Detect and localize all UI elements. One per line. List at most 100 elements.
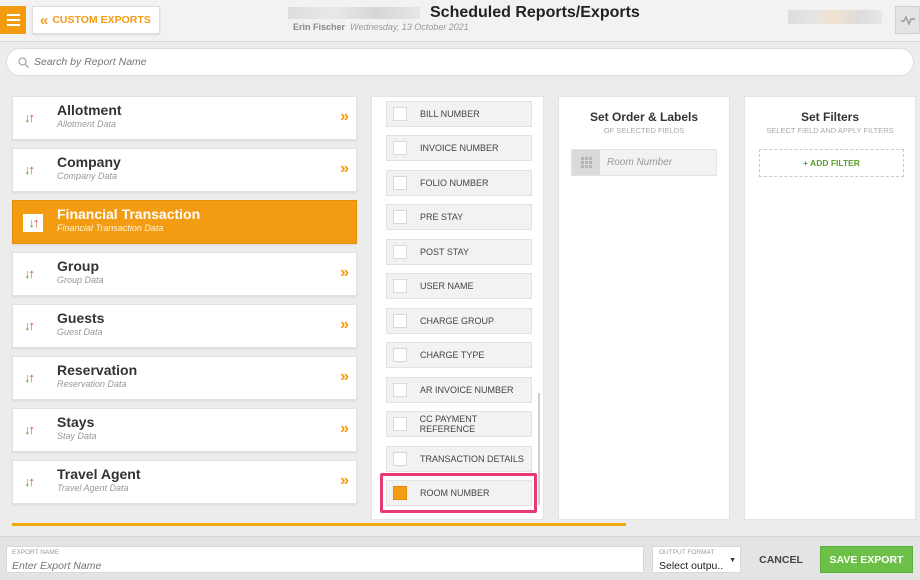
current-date: Wednesday, 13 October 2021 bbox=[350, 22, 469, 32]
user-name: Erin Fischer bbox=[293, 22, 346, 32]
double-chevron-left-icon: « bbox=[40, 11, 49, 29]
category-title: Group bbox=[57, 258, 99, 274]
order-panel-subtitle: OF SELECTED FIELDS bbox=[603, 126, 685, 135]
field-label: CHARGE TYPE bbox=[420, 350, 485, 360]
menu-icon-line bbox=[6, 24, 20, 26]
category-title: Financial Transaction bbox=[57, 206, 201, 222]
search-input[interactable] bbox=[34, 56, 874, 68]
output-format-value: Select outpu.. bbox=[659, 560, 724, 572]
field-list-scrollbar[interactable] bbox=[538, 393, 540, 505]
category-title: Guests bbox=[57, 310, 105, 326]
drag-grip-icon[interactable] bbox=[572, 150, 600, 175]
sort-arrows-icon: ↓↑ bbox=[24, 266, 35, 281]
menu-button[interactable] bbox=[0, 6, 26, 34]
category-title: Reservation bbox=[57, 362, 138, 378]
report-search-bar[interactable] bbox=[6, 48, 914, 76]
category-title: Company bbox=[57, 154, 121, 170]
order-labels-panel: Set Order & Labels OF SELECTED FIELDS Ro… bbox=[558, 96, 730, 520]
category-subtitle: Travel Agent Data bbox=[57, 483, 129, 493]
output-format-caption: OUTPUT FORMAT bbox=[659, 549, 715, 556]
field-item-transaction-details[interactable]: TRANSACTION DETAILS bbox=[386, 446, 532, 472]
category-company[interactable]: ↓↑ Company Company Data » bbox=[12, 148, 357, 192]
category-guests[interactable]: ↓↑ Guests Guest Data » bbox=[12, 304, 357, 348]
caret-down-icon: ▼ bbox=[729, 557, 736, 564]
export-name-caption: EXPORT NAME bbox=[12, 549, 60, 556]
menu-icon-line bbox=[6, 14, 20, 16]
field-item-pre-stay[interactable]: PRE STAY bbox=[386, 204, 532, 230]
search-icon bbox=[18, 56, 29, 68]
field-checkbox[interactable] bbox=[393, 417, 407, 431]
cancel-button[interactable]: CANCEL bbox=[752, 546, 810, 573]
field-item-bill-number[interactable]: BILL NUMBER bbox=[386, 101, 532, 127]
field-checkbox[interactable] bbox=[393, 314, 407, 328]
field-checkbox[interactable] bbox=[393, 383, 407, 397]
field-label: TRANSACTION DETAILS bbox=[420, 454, 524, 464]
menu-icon-line bbox=[6, 19, 20, 21]
blurred-logo bbox=[788, 10, 882, 24]
field-label: PRE STAY bbox=[420, 212, 464, 222]
field-checkbox[interactable] bbox=[393, 141, 407, 155]
export-name-field[interactable]: EXPORT NAME bbox=[6, 546, 644, 573]
field-checkbox[interactable] bbox=[393, 279, 407, 293]
sort-arrows-icon: ↓↑ bbox=[23, 214, 43, 232]
filters-panel-subtitle: SELECT FIELD AND APPLY FILTERS bbox=[766, 126, 894, 135]
data-category-list: ↓↑ Allotment Allotment Data » ↓↑ Company… bbox=[0, 92, 368, 522]
selected-field-item[interactable]: Room Number bbox=[571, 149, 717, 176]
sort-arrows-icon: ↓↑ bbox=[24, 474, 35, 489]
field-checkbox[interactable] bbox=[393, 210, 407, 224]
double-chevron-right-icon: » bbox=[340, 368, 349, 385]
add-filter-button[interactable]: + ADD FILTER bbox=[759, 149, 904, 177]
field-item-user-name[interactable]: USER NAME bbox=[386, 273, 532, 299]
category-allotment[interactable]: ↓↑ Allotment Allotment Data » bbox=[12, 96, 357, 140]
selected-field-label[interactable]: Room Number bbox=[607, 157, 672, 168]
field-list-panel: BILL NUMBER INVOICE NUMBER FOLIO NUMBER … bbox=[371, 96, 544, 520]
category-subtitle: Reservation Data bbox=[57, 379, 127, 389]
export-name-input[interactable] bbox=[12, 560, 632, 572]
field-label: INVOICE NUMBER bbox=[420, 143, 499, 153]
field-item-invoice-number[interactable]: INVOICE NUMBER bbox=[386, 135, 532, 161]
selection-highlight bbox=[380, 473, 537, 513]
field-item-ar-invoice-number[interactable]: AR INVOICE NUMBER bbox=[386, 377, 532, 403]
double-chevron-right-icon: » bbox=[340, 160, 349, 177]
field-label: BILL NUMBER bbox=[420, 109, 480, 119]
custom-exports-back-button[interactable]: « CUSTOM EXPORTS bbox=[32, 6, 160, 34]
category-subtitle: Group Data bbox=[57, 275, 104, 285]
category-financial-transaction[interactable]: ↓↑ Financial Transaction Financial Trans… bbox=[12, 200, 357, 244]
save-export-button[interactable]: SAVE EXPORT bbox=[820, 546, 913, 573]
field-checkbox[interactable] bbox=[393, 245, 407, 259]
field-checkbox[interactable] bbox=[393, 176, 407, 190]
double-chevron-right-icon: » bbox=[340, 420, 349, 437]
field-item-charge-group[interactable]: CHARGE GROUP bbox=[386, 308, 532, 334]
category-subtitle: Allotment Data bbox=[57, 119, 117, 129]
field-checkbox[interactable] bbox=[393, 348, 407, 362]
category-title: Allotment bbox=[57, 102, 122, 118]
category-group[interactable]: ↓↑ Group Group Data » bbox=[12, 252, 357, 296]
output-format-select[interactable]: OUTPUT FORMAT Select outpu.. ▼ bbox=[652, 546, 741, 573]
category-stays[interactable]: ↓↑ Stays Stay Data » bbox=[12, 408, 357, 452]
back-button-label: CUSTOM EXPORTS bbox=[52, 14, 151, 26]
activity-icon bbox=[900, 15, 915, 25]
field-checkbox[interactable] bbox=[393, 452, 407, 466]
progress-bar-fill bbox=[12, 523, 626, 526]
field-label: CHARGE GROUP bbox=[420, 316, 495, 326]
sort-arrows-icon: ↓↑ bbox=[24, 422, 35, 437]
sort-arrows-icon: ↓↑ bbox=[24, 110, 35, 125]
category-travel-agent[interactable]: ↓↑ Travel Agent Travel Agent Data » bbox=[12, 460, 357, 504]
field-label: AR INVOICE NUMBER bbox=[420, 385, 514, 395]
field-label: USER NAME bbox=[420, 281, 474, 291]
sort-arrows-icon: ↓↑ bbox=[24, 318, 35, 333]
field-item-cc-payment-reference[interactable]: CC PAYMENT REFERENCE bbox=[386, 411, 532, 437]
progress-bar bbox=[12, 523, 626, 526]
footer-bar: EXPORT NAME OUTPUT FORMAT Select outpu..… bbox=[0, 536, 920, 580]
activity-button[interactable] bbox=[895, 6, 920, 34]
sort-arrows-icon: ↓↑ bbox=[24, 162, 35, 177]
category-title: Travel Agent bbox=[57, 466, 141, 482]
field-checkbox[interactable] bbox=[393, 107, 407, 121]
category-reservation[interactable]: ↓↑ Reservation Reservation Data » bbox=[12, 356, 357, 400]
blurred-hotel-name bbox=[288, 7, 420, 19]
field-item-charge-type[interactable]: CHARGE TYPE bbox=[386, 342, 532, 368]
field-item-folio-number[interactable]: FOLIO NUMBER bbox=[386, 170, 532, 196]
header-bar: « CUSTOM EXPORTS Scheduled Reports/Expor… bbox=[0, 0, 920, 42]
field-item-post-stay[interactable]: POST STAY bbox=[386, 239, 532, 265]
double-chevron-right-icon: » bbox=[340, 108, 349, 125]
